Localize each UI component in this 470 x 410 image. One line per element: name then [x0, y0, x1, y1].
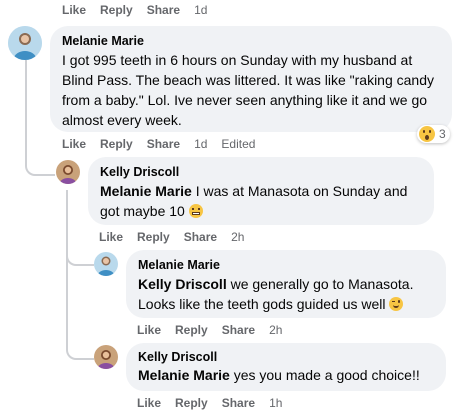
comment-text: Melanie Marie yes you made a good choice…: [138, 365, 434, 385]
thread-line: [66, 190, 68, 350]
comment-author[interactable]: Kelly Driscoll: [100, 165, 422, 179]
share-button[interactable]: Share: [184, 230, 217, 244]
mention-link[interactable]: Melanie Marie: [138, 367, 230, 383]
profile-photo-icon: [94, 345, 118, 369]
avatar[interactable]: [94, 345, 118, 369]
timestamp[interactable]: 2h: [231, 230, 244, 244]
reply-button[interactable]: Reply: [137, 230, 170, 244]
share-button[interactable]: Share: [147, 3, 180, 17]
grimace-emoji-icon: [188, 204, 203, 218]
reply-button[interactable]: Reply: [175, 323, 208, 337]
thread-connector: [66, 330, 94, 360]
reply-button[interactable]: Reply: [100, 3, 133, 17]
share-button[interactable]: Share: [222, 323, 255, 337]
avatar[interactable]: [56, 160, 80, 184]
edited-label: Edited: [221, 137, 256, 151]
like-button[interactable]: Like: [137, 323, 161, 337]
timestamp[interactable]: 1d: [194, 137, 207, 151]
like-button[interactable]: Like: [62, 3, 86, 17]
like-button[interactable]: Like: [62, 137, 86, 151]
timestamp[interactable]: 1h: [269, 396, 282, 410]
comment-actions: Like Reply Share 2h: [137, 323, 296, 337]
comment-bubble: Kelly Driscoll Melanie Marie I was at Ma…: [88, 157, 434, 225]
wow-reaction-icon: [419, 126, 435, 142]
comment-actions: Like Reply Share 1d Edited: [62, 137, 269, 151]
reply-button[interactable]: Reply: [175, 396, 208, 410]
timestamp[interactable]: 1d: [194, 3, 207, 17]
share-button[interactable]: Share: [147, 137, 180, 151]
thread-connector: [66, 240, 94, 266]
comment-bubble: Melanie Marie Kelly Driscoll we generall…: [126, 250, 446, 318]
wink-emoji-icon: [389, 297, 404, 311]
reaction-count: 3: [439, 127, 446, 141]
like-button[interactable]: Like: [99, 230, 123, 244]
thread-connector: [25, 140, 55, 176]
profile-photo-icon: [56, 160, 80, 184]
profile-photo-icon: [8, 26, 42, 60]
mention-link[interactable]: Kelly Driscoll: [138, 276, 227, 292]
mention-link[interactable]: Melanie Marie: [100, 183, 192, 199]
comment-actions: Like Reply Share 2h: [99, 230, 258, 244]
share-button[interactable]: Share: [222, 396, 255, 410]
comment-body: yes you made a good choice!!: [229, 367, 420, 383]
comment-actions: Like Reply Share 1h: [137, 396, 296, 410]
avatar[interactable]: [94, 252, 118, 276]
comment-author[interactable]: Melanie Marie: [62, 34, 440, 48]
comment-author[interactable]: Kelly Driscoll: [138, 350, 434, 364]
comment-text: Melanie Marie I was at Manasota on Sunda…: [100, 181, 422, 221]
timestamp[interactable]: 2h: [269, 323, 282, 337]
reply-button[interactable]: Reply: [100, 137, 133, 151]
profile-photo-icon: [94, 252, 118, 276]
avatar[interactable]: [8, 26, 42, 60]
comment-bubble: Kelly Driscoll Melanie Marie yes you mad…: [126, 343, 446, 391]
top-comment-actions: Like Reply Share 1d: [62, 3, 221, 17]
comment-bubble: Melanie Marie I got 995 teeth in 6 hours…: [50, 26, 452, 132]
comment-text: Kelly Driscoll we generally go to Manaso…: [138, 274, 434, 314]
comment-text: I got 995 teeth in 6 hours on Sunday wit…: [62, 52, 435, 128]
like-button[interactable]: Like: [137, 396, 161, 410]
reaction-summary[interactable]: 3: [417, 125, 450, 143]
comment-author[interactable]: Melanie Marie: [138, 258, 434, 272]
